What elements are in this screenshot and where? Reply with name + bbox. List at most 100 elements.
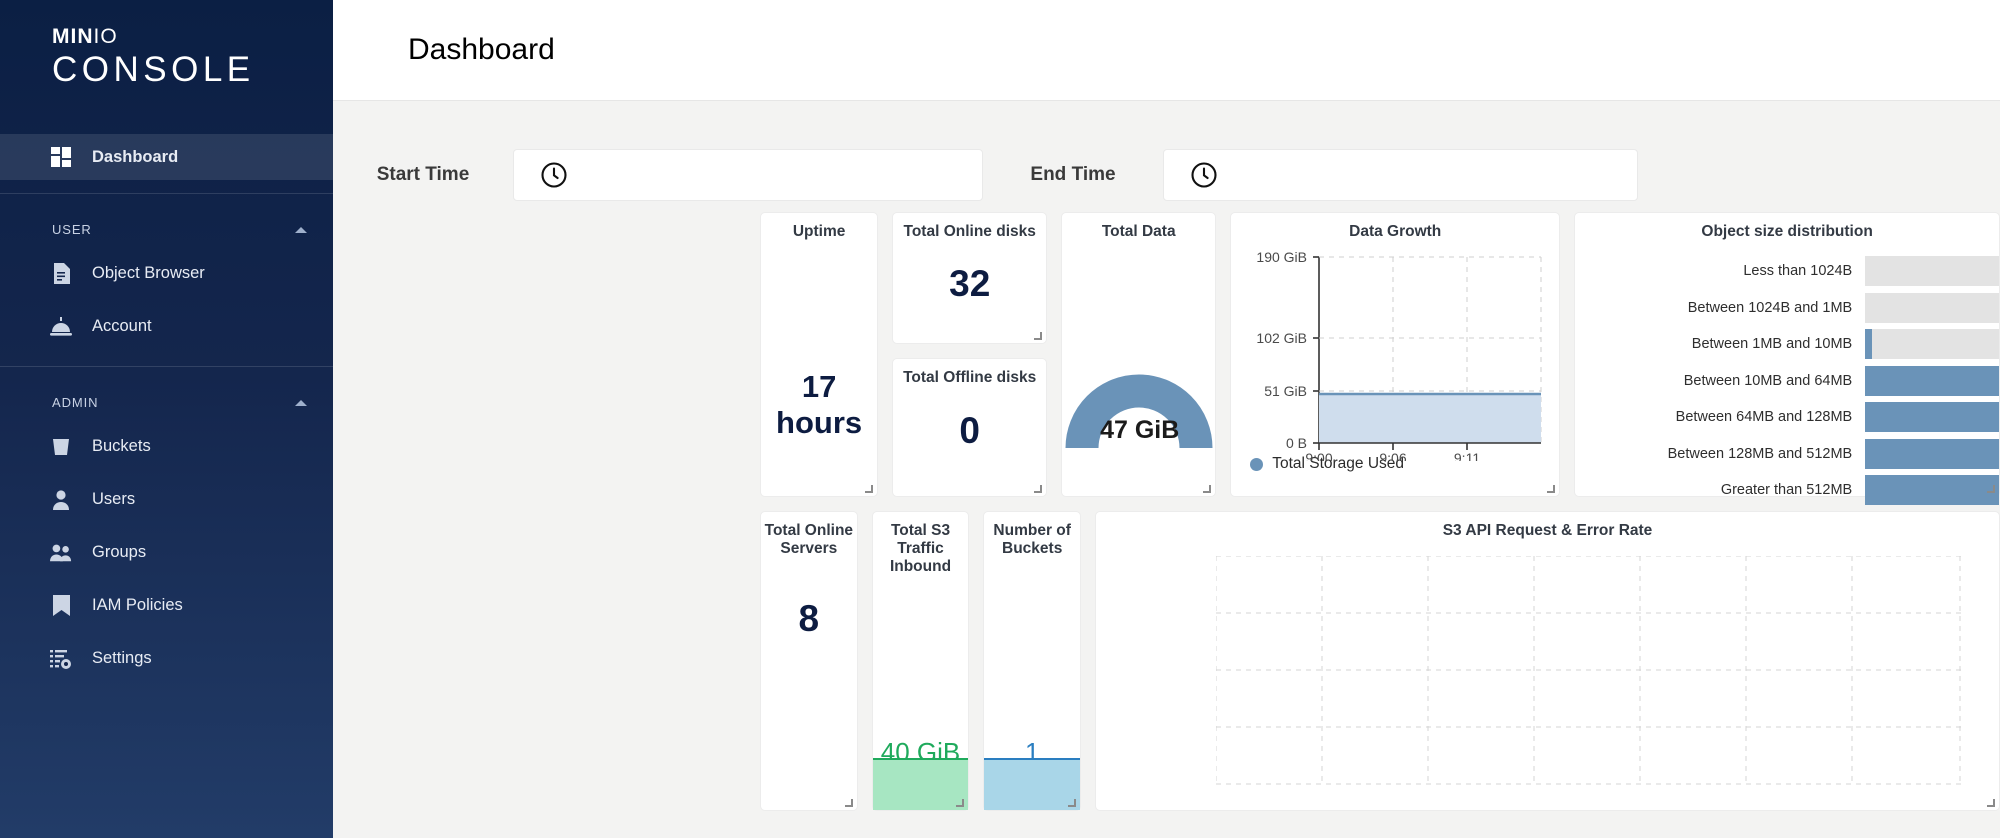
- widget-offline-disks[interactable]: Total Offline disks 0: [892, 358, 1048, 497]
- resize-handle-icon[interactable]: [955, 798, 965, 807]
- sidebar-item-buckets[interactable]: Buckets: [0, 420, 333, 473]
- start-time-label: Start Time: [376, 163, 470, 185]
- sidebar-item-label: Account: [92, 317, 152, 336]
- widget-total-data[interactable]: Total Data 47 GiB: [1061, 212, 1217, 497]
- dashboard-content: Start Time End Time Uptime 17 hours Tota…: [333, 101, 2000, 838]
- bucket-icon: [50, 436, 72, 458]
- sidebar-item-iam-policies[interactable]: IAM Policies: [0, 579, 333, 632]
- section-label-admin: ADMIN: [52, 395, 99, 411]
- online-servers-value: 8: [798, 598, 820, 639]
- section-label-user: USER: [52, 222, 92, 238]
- settings-icon: [50, 648, 72, 670]
- brand-console: CONSOLE: [52, 50, 255, 89]
- bar-track: [1865, 292, 1999, 323]
- resize-handle-icon[interactable]: [1067, 798, 1077, 807]
- data-growth-chart: 190 GiB 102 GiB 51 GiB 0 B 9:00 9:06 9:1…: [1231, 241, 1561, 466]
- bar-row: Less than 1024B: [1575, 253, 1999, 290]
- sidebar-item-label: Dashboard: [92, 147, 179, 166]
- end-time-label: End Time: [1030, 163, 1116, 185]
- uptime-value: 17 hours: [776, 369, 863, 440]
- resize-handle-icon[interactable]: [1986, 484, 1995, 493]
- user-icon: [50, 489, 72, 511]
- widget-uptime[interactable]: Uptime 17 hours: [760, 212, 879, 497]
- bell-service-icon: [50, 316, 72, 338]
- widget-row-2: Total Online Servers 8 Total S3 Traffic …: [333, 511, 2000, 811]
- bar-row: Between 64MB and 128MB: [1575, 399, 1999, 436]
- widget-title: Total Online disks: [903, 223, 1036, 240]
- widget-title: Uptime: [792, 223, 846, 240]
- brand-minio: MINIO: [52, 25, 118, 48]
- widget-title: Total S3 Traffic Inbound: [889, 522, 952, 575]
- bar-track: [1865, 365, 1999, 396]
- resize-handle-icon[interactable]: [1033, 331, 1043, 340]
- widget-title: Total Online Servers: [764, 522, 854, 557]
- bar-track: [1865, 475, 1999, 506]
- widget-object-size-distribution[interactable]: Object size distribution Less than 1024B…: [1574, 212, 2000, 506]
- document-icon: [50, 263, 72, 285]
- bar-row: Greater than 512MB: [1575, 472, 1999, 509]
- bar-label: Between 1024B and 1MB: [1687, 299, 1853, 316]
- svg-text:9:00: 9:00: [1306, 450, 1333, 461]
- sidebar-group-admin-items: Buckets Users Groups IAM Policies Settin…: [0, 420, 333, 685]
- sidebar-primary-nav: Dashboard: [0, 134, 333, 181]
- widget-title: Total Offline disks: [903, 369, 1037, 386]
- bar-fill: [1865, 475, 1999, 506]
- sidebar-item-label: IAM Policies: [92, 596, 183, 615]
- bar-label: Between 10MB and 64MB: [1683, 372, 1853, 389]
- widget-number-of-buckets[interactable]: Number of Buckets 1: [983, 511, 1082, 811]
- sidebar-item-account[interactable]: Account: [0, 300, 333, 353]
- resize-handle-icon[interactable]: [844, 798, 853, 807]
- widget-title: Object size distribution: [1701, 223, 1873, 240]
- clock-icon: [1190, 161, 1218, 189]
- sidebar-item-users[interactable]: Users: [0, 473, 333, 526]
- sidebar-item-object-browser[interactable]: Object Browser: [0, 247, 333, 300]
- start-time-field[interactable]: [513, 148, 983, 201]
- sidebar-item-groups[interactable]: Groups: [0, 526, 333, 579]
- bar-row: Between 1024B and 1MB: [1575, 290, 1999, 327]
- bar-fill: [1865, 402, 1999, 433]
- sidebar-section-admin[interactable]: ADMIN: [0, 367, 333, 420]
- svg-text:0 B: 0 B: [1286, 435, 1307, 451]
- resize-handle-icon[interactable]: [1986, 798, 1996, 807]
- s3-api-chart: [1215, 555, 1962, 786]
- bar-label: Between 64MB and 128MB: [1675, 409, 1853, 426]
- widget-online-disks[interactable]: Total Online disks 32: [892, 212, 1048, 344]
- bar-track: [1865, 256, 1999, 287]
- widget-row-1: Uptime 17 hours Total Online disks 32 To…: [333, 212, 2000, 506]
- sidebar-item-label: Groups: [92, 543, 147, 562]
- s3-inbound-area-fill: [872, 758, 969, 810]
- widget-s3-api-request-error-rate[interactable]: S3 API Request & Error Rate: [1095, 511, 2000, 811]
- widget-online-servers[interactable]: Total Online Servers 8: [760, 511, 858, 811]
- sidebar-item-settings[interactable]: Settings: [0, 632, 333, 685]
- resize-handle-icon[interactable]: [1202, 484, 1212, 493]
- svg-text:190 GiB: 190 GiB: [1257, 249, 1308, 265]
- bar-label: Greater than 512MB: [1720, 482, 1853, 499]
- object-size-bars: Less than 1024B Between 1024B and 1MB Be…: [1575, 241, 1999, 509]
- total-data-value: 47 GiB: [1100, 416, 1180, 444]
- sidebar-item-label: Settings: [92, 649, 152, 668]
- page-title: Dashboard: [408, 33, 555, 66]
- total-data-gauge: 47 GiB: [1062, 293, 1217, 468]
- widget-data-growth[interactable]: Data Growth 190 GiB 102 GiB 51 GiB 0 B 9…: [1230, 212, 1561, 497]
- num-buckets-area-fill: [984, 758, 1081, 810]
- widget-s3-traffic-inbound[interactable]: Total S3 Traffic Inbound 40 GiB: [871, 511, 970, 811]
- resize-handle-icon[interactable]: [1546, 484, 1556, 493]
- widget-grid: Uptime 17 hours Total Online disks 32 To…: [333, 205, 2000, 811]
- bar-label: Less than 1024B: [1743, 263, 1853, 280]
- sidebar-section-user[interactable]: USER: [0, 194, 333, 247]
- chevron-up-icon[interactable]: [295, 226, 307, 233]
- resize-handle-icon[interactable]: [864, 484, 874, 493]
- widget-title: Data Growth: [1349, 223, 1442, 240]
- online-disks-value: 32: [949, 263, 991, 304]
- offline-disks-value: 0: [959, 410, 980, 451]
- bar-row: Between 1MB and 10MB: [1575, 326, 1999, 363]
- sidebar-item-dashboard[interactable]: Dashboard: [0, 134, 333, 181]
- bar-track: [1865, 402, 1999, 433]
- bar-track: [1865, 438, 1999, 469]
- end-time-field[interactable]: [1163, 148, 1638, 201]
- svg-text:9:11: 9:11: [1454, 450, 1480, 461]
- resize-handle-icon[interactable]: [1033, 484, 1043, 493]
- brand-logo[interactable]: MINIO CONSOLE: [0, 0, 333, 90]
- app-root: MINIO CONSOLE Dashboard USER Object Brow…: [0, 0, 2000, 838]
- chevron-up-icon[interactable]: [295, 399, 307, 406]
